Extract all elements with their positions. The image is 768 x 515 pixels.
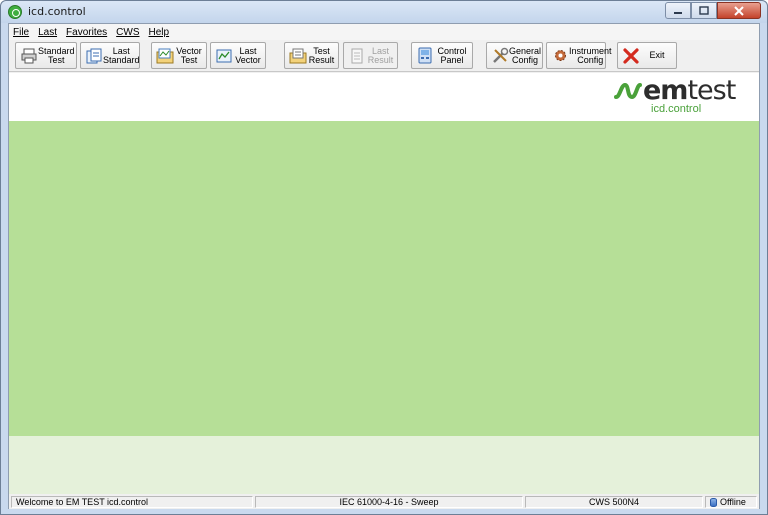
- vector-test-label-2: Test: [180, 54, 198, 65]
- vector-test-button[interactable]: Vector Test: [151, 42, 207, 69]
- test-result-label-2: Result: [308, 54, 335, 65]
- status-standard: IEC 61000-4-16 - Sweep: [255, 496, 523, 508]
- database-icon: [710, 497, 717, 507]
- last-vector-label-2: Vector: [235, 54, 261, 65]
- maximize-button[interactable]: [691, 2, 717, 19]
- test-result-button[interactable]: Test Result: [284, 42, 339, 69]
- emtest-logo-wave-icon: [614, 82, 642, 100]
- instrument-config-button[interactable]: Instrument Config: [546, 42, 612, 69]
- status-connection: Offline: [705, 496, 757, 508]
- emtest-logo: emtest: [643, 75, 736, 106]
- status-bar: Welcome to EM TEST icd.control IEC 61000…: [9, 495, 759, 509]
- standard-test-button[interactable]: Standard Test: [15, 42, 77, 69]
- documents-icon: [85, 47, 103, 65]
- last-standard-label-2: Standard: [103, 54, 140, 65]
- status-message: Welcome to EM TEST icd.control: [11, 496, 253, 508]
- last-vector-button[interactable]: Last Vector: [210, 42, 266, 69]
- title-bar[interactable]: icd.control: [1, 1, 767, 23]
- menu-cws[interactable]: CWS: [116, 27, 139, 38]
- lower-panel: [9, 436, 759, 494]
- exit-button[interactable]: Exit: [617, 42, 677, 69]
- vector-folder-icon: [156, 47, 174, 65]
- close-icon: [734, 5, 744, 16]
- result-folder-icon: [289, 47, 307, 65]
- logo-test: test: [687, 75, 736, 106]
- last-result-label-2: Result: [367, 54, 394, 65]
- maximize-icon: [699, 6, 709, 15]
- menu-favorites[interactable]: Favorites: [66, 27, 107, 38]
- status-device: CWS 500N4: [525, 496, 703, 508]
- app-icon: [8, 5, 22, 19]
- last-standard-button[interactable]: Last Standard: [80, 42, 140, 69]
- menu-file[interactable]: File: [13, 27, 29, 38]
- main-workspace: [9, 121, 759, 436]
- tools-icon: [491, 47, 509, 65]
- printer-icon: [20, 47, 38, 65]
- window-title: icd.control: [28, 5, 86, 18]
- logo-em: em: [643, 75, 688, 106]
- minimize-icon: [674, 11, 682, 14]
- control-panel-label-2: Panel: [440, 54, 464, 65]
- menu-last[interactable]: Last: [38, 27, 57, 38]
- toolbar: Standard Test Last Standard Vector Test Las…: [9, 40, 759, 72]
- general-config-button[interactable]: General Config: [486, 42, 543, 69]
- menu-bar: File Last Favorites CWS Help: [9, 24, 759, 40]
- vector-chart-icon: [215, 47, 233, 65]
- general-config-label-2: Config: [512, 54, 539, 65]
- last-result-document-icon: [348, 47, 366, 65]
- exit-x-icon: [622, 47, 640, 65]
- control-panel-icon: [416, 47, 434, 65]
- gear-icon: [551, 47, 569, 65]
- client-area: File Last Favorites CWS Help Standard Tes…: [8, 23, 760, 509]
- standard-test-label-2: Test: [48, 54, 65, 65]
- menu-help[interactable]: Help: [149, 27, 170, 38]
- instrument-config-label-2: Config: [577, 54, 604, 65]
- exit-label: Exit: [649, 50, 665, 60]
- app-window: icd.control File Last Favorites CWS Help: [0, 0, 768, 515]
- control-panel-button[interactable]: Control Panel: [411, 42, 473, 69]
- last-result-button[interactable]: Last Result: [343, 42, 398, 69]
- close-button[interactable]: [717, 2, 761, 19]
- minimize-button[interactable]: [665, 2, 691, 19]
- logo-subtitle: icd.control: [651, 103, 702, 115]
- window-controls: [665, 2, 761, 19]
- logo-banner: emtest icd.control: [9, 73, 759, 121]
- status-connection-label: Offline: [720, 497, 746, 507]
